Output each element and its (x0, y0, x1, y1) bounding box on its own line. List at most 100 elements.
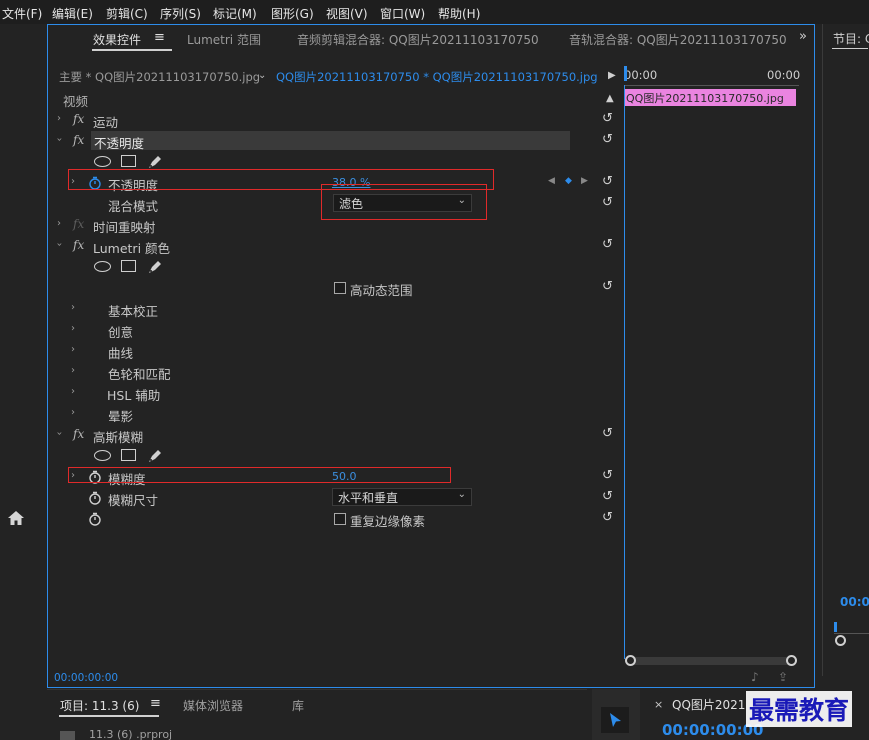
timeline-sequence-tab[interactable]: QQ图片2021 (672, 696, 745, 713)
fx-icon[interactable]: fx (73, 238, 84, 252)
playhead-marker[interactable] (624, 66, 627, 81)
lumetri-section-curves[interactable]: › 曲线 (54, 341, 620, 362)
reset-icon[interactable]: ↺ (602, 111, 613, 126)
effect-row-opacity[interactable]: › fx 不透明度 ↺ (54, 131, 620, 152)
panel-menu-icon[interactable]: ≡ (150, 696, 161, 711)
tab-program[interactable]: 节目: C (833, 30, 869, 47)
fx-icon[interactable]: fx (73, 112, 84, 126)
chevron-right-icon[interactable]: › (71, 323, 75, 334)
chevron-down-icon[interactable]: › (54, 432, 65, 436)
repeat-edge-checkbox[interactable] (334, 513, 346, 525)
active-tab-indicator (832, 48, 868, 49)
ellipse-mask-icon[interactable] (94, 156, 111, 167)
effect-row-lumetri[interactable]: › fx Lumetri 颜色 ↺ (54, 236, 620, 257)
next-keyframe-icon[interactable]: ▶ (581, 176, 588, 186)
stopwatch-icon[interactable] (88, 512, 102, 526)
reset-icon[interactable]: ↺ (602, 132, 613, 147)
timeline-ruler (624, 85, 799, 86)
prev-keyframe-icon[interactable]: ◀ (548, 176, 555, 186)
stopwatch-icon[interactable] (88, 491, 102, 505)
menu-view[interactable]: 视图(V) (326, 5, 368, 22)
pen-mask-icon[interactable] (147, 448, 163, 464)
home-icon[interactable] (7, 510, 25, 526)
program-timecode[interactable]: 00:0 (840, 595, 869, 609)
effect-opacity-label: 不透明度 (94, 136, 145, 151)
reset-icon[interactable]: ↺ (602, 468, 613, 483)
lumetri-section-basic[interactable]: › 基本校正 (54, 299, 620, 320)
panel-menu-icon[interactable]: ≡ (154, 30, 165, 45)
fx-icon[interactable]: fx (73, 133, 84, 147)
close-icon[interactable]: × (654, 698, 663, 711)
ellipse-mask-icon[interactable] (94, 261, 111, 272)
tab-lumetri-scopes[interactable]: Lumetri 范围 (187, 31, 261, 48)
project-file-name[interactable]: 11.3 (6) .prproj (89, 728, 172, 740)
menu-sequence[interactable]: 序列(S) (160, 5, 201, 22)
fx-icon[interactable]: fx (73, 427, 84, 441)
tab-media-browser[interactable]: 媒体浏览器 (183, 697, 243, 714)
chevron-right-icon[interactable]: › (57, 113, 61, 124)
reset-icon[interactable]: ↺ (602, 174, 613, 189)
menu-file[interactable]: 文件(F) (2, 5, 42, 22)
chevron-down-icon[interactable]: › (54, 243, 65, 247)
vignette-label: 晕影 (108, 409, 134, 424)
color-wheels-label: 色轮和匹配 (108, 367, 171, 382)
chevron-right-icon[interactable]: › (71, 386, 75, 397)
sequence-clip-label[interactable]: QQ图片20211103170750 * QQ图片20211103170750.… (276, 69, 598, 85)
program-playhead[interactable] (834, 622, 837, 632)
audio-icon[interactable]: ♪ (751, 670, 759, 684)
menu-edit[interactable]: 编辑(E) (52, 5, 93, 22)
ellipse-mask-icon[interactable] (94, 450, 111, 461)
tab-audio-track-mixer[interactable]: 音轨混合器: QQ图片20211103170750 (569, 31, 787, 48)
chevron-right-icon[interactable]: › (57, 218, 61, 229)
chevron-right-icon[interactable]: › (71, 407, 75, 418)
reset-icon[interactable]: ↺ (602, 237, 613, 252)
lumetri-section-hsl[interactable]: › HSL 辅助 (54, 383, 620, 404)
tab-project[interactable]: 项目: 11.3 (6) (60, 697, 139, 714)
tab-audio-clip-mixer[interactable]: 音频剪辑混合器: QQ图片20211103170750 (297, 31, 539, 48)
timeline-clip-bar[interactable]: QQ图片20211103170750.jpg (624, 89, 796, 106)
reset-icon[interactable]: ↺ (602, 510, 613, 525)
add-keyframe-icon[interactable]: ◆ (565, 176, 572, 186)
master-clip-label[interactable]: 主要 * QQ图片20211103170750.jpg (59, 69, 260, 85)
program-zoom-handle[interactable] (835, 635, 846, 646)
program-scrubber[interactable] (834, 633, 869, 634)
menu-marker[interactable]: 标记(M) (213, 5, 257, 22)
selection-tool-button[interactable] (601, 707, 629, 733)
reset-icon[interactable]: ↺ (602, 426, 613, 441)
pen-mask-icon[interactable] (147, 259, 163, 275)
chevron-right-icon[interactable]: › (71, 344, 75, 355)
lumetri-section-wheels[interactable]: › 色轮和匹配 (54, 362, 620, 383)
effect-row-gaussian-blur[interactable]: › fx 高斯模糊 ↺ (54, 425, 620, 446)
rectangle-mask-icon[interactable] (121, 449, 136, 461)
hdr-checkbox[interactable] (334, 282, 346, 294)
effect-controls-timecode[interactable]: 00:00:00:00 (54, 672, 118, 684)
menu-graphics[interactable]: 图形(G) (271, 5, 314, 22)
tab-effect-controls[interactable]: 效果控件 (93, 31, 141, 48)
lumetri-section-vignette[interactable]: › 晕影 (54, 404, 620, 425)
timeline-zoom-scrollbar[interactable] (626, 657, 794, 665)
reset-icon[interactable]: ↺ (602, 489, 613, 504)
rectangle-mask-icon[interactable] (121, 260, 136, 272)
pen-mask-icon[interactable] (147, 154, 163, 170)
tools-panel (592, 689, 640, 740)
zoom-handle-right[interactable] (786, 655, 797, 666)
effect-row-motion[interactable]: › fx 运动 ↺ (54, 110, 620, 131)
blur-dimensions-dropdown[interactable]: 水平和垂直 ⌄ (332, 488, 472, 506)
chevron-right-icon[interactable]: › (71, 365, 75, 376)
lumetri-section-creative[interactable]: › 创意 (54, 320, 620, 341)
play-triangle-icon[interactable]: ▶ (608, 70, 616, 81)
chevron-down-icon[interactable]: ⌄ (258, 70, 266, 81)
reset-icon[interactable]: ↺ (602, 195, 613, 210)
export-icon[interactable]: ⇪ (778, 670, 788, 684)
rectangle-mask-icon[interactable] (121, 155, 136, 167)
chevron-down-icon[interactable]: › (54, 138, 65, 142)
chevron-right-icon[interactable]: › (71, 302, 75, 313)
menu-clip[interactable]: 剪辑(C) (106, 5, 148, 22)
reset-icon[interactable]: ↺ (602, 279, 613, 294)
menu-help[interactable]: 帮助(H) (438, 5, 480, 22)
zoom-handle-left[interactable] (625, 655, 636, 666)
collapse-up-icon[interactable]: ▲ (606, 93, 614, 104)
menu-window[interactable]: 窗口(W) (380, 5, 425, 22)
tab-library[interactable]: 库 (292, 697, 304, 714)
more-tabs-icon[interactable]: » (799, 29, 807, 44)
